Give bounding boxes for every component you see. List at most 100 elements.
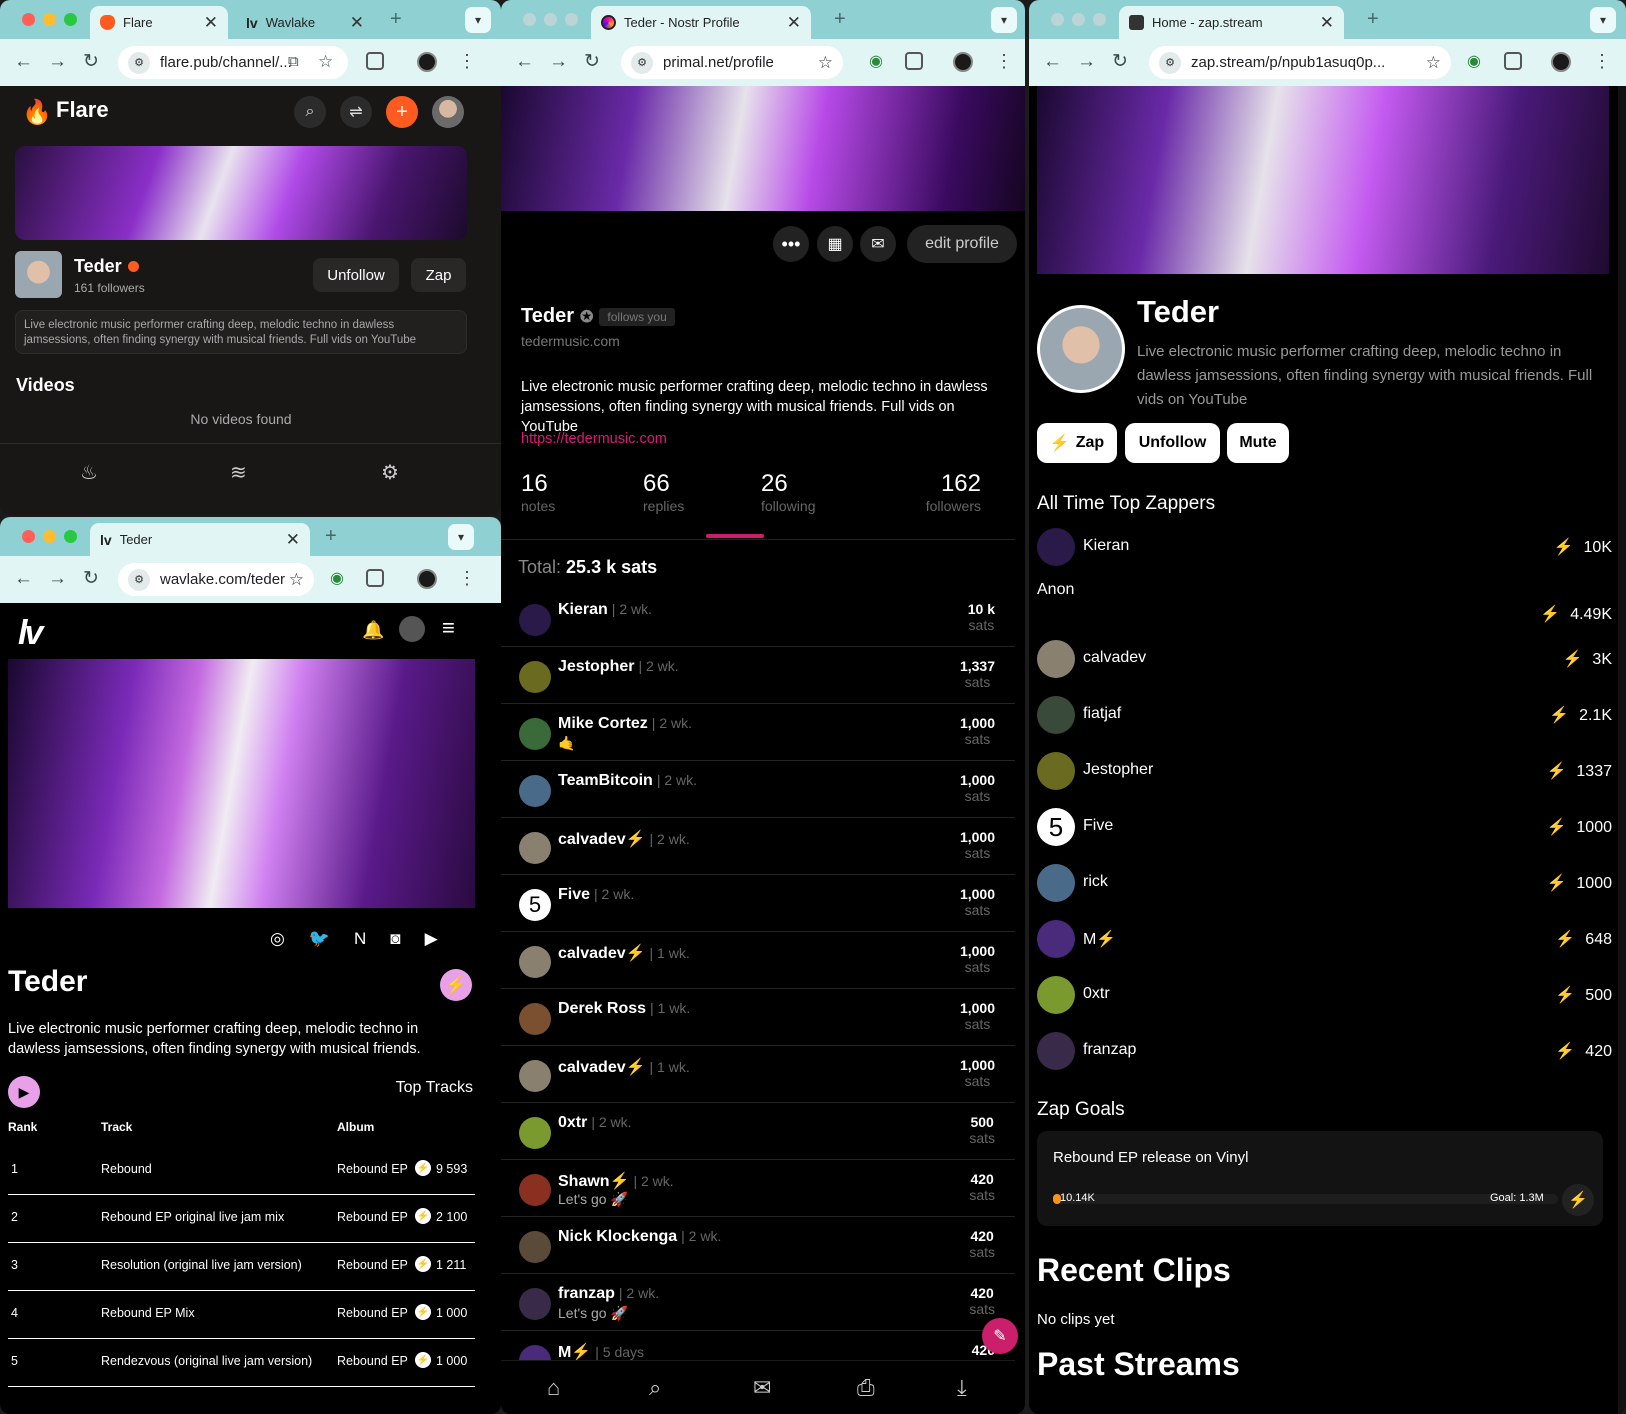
window-controls[interactable] [523, 13, 578, 26]
reload-icon[interactable]: ↻ [83, 569, 99, 589]
extensions-icon[interactable] [366, 52, 384, 70]
table-row[interactable]: 4 Rebound EP Mix Rebound EP ⚡ 1 000 [8, 1291, 475, 1339]
zap-list-item[interactable]: Kieran | 2 wk. 10 k sats [501, 592, 1015, 647]
youtube-icon[interactable]: ▶ [425, 929, 438, 949]
maximize-window-button[interactable] [64, 530, 77, 543]
close-window-button[interactable] [1051, 13, 1064, 26]
close-tab-icon[interactable]: ✕ [286, 530, 300, 550]
user-account-icon[interactable] [399, 616, 425, 642]
zapper-row[interactable]: Anon ⚡ 4.49K [1037, 576, 1612, 630]
zapper-row[interactable]: fiatjaf ⚡ 2.1K [1037, 688, 1612, 742]
close-window-button[interactable] [523, 13, 536, 26]
filter-icon[interactable]: ⇌ [340, 96, 372, 128]
menu-kebab-icon[interactable]: ⋮ [458, 568, 476, 589]
more-options-button[interactable]: ••• [773, 226, 809, 262]
zapper-row[interactable]: rick ⚡ 1000 [1037, 856, 1612, 910]
tab-search-button[interactable]: ▾ [448, 524, 474, 550]
search-icon[interactable]: ⌕ [649, 1375, 661, 1401]
add-button[interactable]: + [386, 96, 418, 128]
zapper-name[interactable]: franzap [558, 1285, 615, 1302]
window-controls[interactable] [22, 530, 77, 543]
tab-zapstream-home[interactable]: Home - zap.stream ✕ [1119, 6, 1344, 39]
zap-list-item[interactable]: Jestopher | 2 wk. 1,337 sats [501, 649, 1015, 704]
bookmark-star-icon[interactable]: ☆ [289, 570, 304, 590]
profile-avatar-icon[interactable] [953, 52, 973, 72]
flare-brand[interactable]: Flare [56, 97, 109, 123]
reload-icon[interactable]: ↻ [584, 52, 600, 72]
new-tab-button[interactable]: + [834, 8, 846, 31]
table-row[interactable]: 1 Rebound Rebound EP ⚡ 9 593 [8, 1147, 475, 1195]
messages-icon[interactable]: ✉ [753, 1375, 771, 1401]
track-title[interactable]: Resolution (original live jam version) [101, 1258, 302, 1272]
bookmark-star-icon[interactable]: ☆ [318, 52, 333, 72]
stat-notes[interactable]: 16 notes [521, 470, 621, 514]
downloads-icon[interactable]: ⤓ [957, 1375, 967, 1401]
zapper-row[interactable]: 0xtr ⚡ 500 [1037, 968, 1612, 1022]
track-title[interactable]: Rendezvous (original live jam version) [101, 1354, 312, 1368]
nostr-icon[interactable]: N [354, 929, 366, 949]
wavlake-logo-icon[interactable]: lv [18, 614, 43, 653]
stat-following[interactable]: 26 following [761, 470, 861, 514]
zapper-name[interactable]: Mike Cortez [558, 715, 648, 732]
alby-extension-icon[interactable]: ◉ [330, 569, 344, 589]
zapper-name[interactable]: Shawn⚡ [558, 1173, 629, 1190]
zapper-name[interactable]: calvadev⚡ [558, 945, 646, 962]
install-app-icon[interactable]: ⧉ [288, 52, 299, 72]
zapper-name[interactable]: TeamBitcoin [558, 772, 653, 789]
track-title[interactable]: Rebound [101, 1162, 152, 1176]
zap-list-item[interactable]: TeamBitcoin | 2 wk. 1,000 sats [501, 763, 1015, 818]
track-album[interactable]: Rebound EP [337, 1354, 408, 1368]
zap-list-item[interactable]: 0xtr | 2 wk. 500 sats [501, 1105, 1015, 1160]
zapper-name[interactable]: M⚡ [558, 1344, 591, 1361]
window-controls[interactable] [1051, 13, 1106, 26]
zapper-row[interactable]: M⚡ ⚡ 648 [1037, 912, 1612, 966]
close-window-button[interactable] [22, 13, 35, 26]
hamburger-menu-icon[interactable]: ≡ [442, 615, 455, 641]
back-icon[interactable]: ← [14, 52, 33, 72]
stat-replies[interactable]: 66 replies [643, 470, 743, 514]
extensions-icon[interactable] [1504, 52, 1522, 70]
qr-code-button[interactable]: ▦ [817, 226, 853, 262]
tab-search-button[interactable]: ▾ [991, 7, 1017, 33]
zap-list-item[interactable]: calvadev⚡ | 1 wk. 1,000 sats [501, 1048, 1015, 1103]
mute-button[interactable]: Mute [1227, 423, 1289, 463]
profile-avatar-icon[interactable] [417, 569, 437, 589]
new-tab-button[interactable]: + [1367, 8, 1379, 31]
tab-search-button[interactable]: ▾ [1590, 7, 1616, 33]
goal-zap-button[interactable]: ⚡ [1562, 1184, 1594, 1216]
unfollow-button[interactable]: Unfollow [1125, 423, 1220, 463]
alby-extension-icon[interactable]: ◉ [1467, 52, 1481, 72]
reload-icon[interactable]: ↻ [83, 52, 99, 72]
zapper-name[interactable]: calvadev⚡ [558, 831, 646, 848]
zap-list-item[interactable]: 5 Five | 2 wk. 1,000 sats [501, 877, 1015, 932]
zapper-name[interactable]: 0xtr [558, 1114, 587, 1131]
scrollbar[interactable] [1618, 86, 1626, 1414]
bookmarks-icon[interactable]: ⎙ [857, 1375, 875, 1401]
minimize-window-button[interactable] [43, 13, 56, 26]
message-envelope-button[interactable]: ✉ [860, 226, 896, 262]
back-icon[interactable]: ← [1043, 52, 1062, 72]
search-icon[interactable]: ⌕ [294, 96, 326, 128]
zapper-row[interactable]: calvadev ⚡ 3K [1037, 632, 1612, 686]
track-title[interactable]: Rebound EP Mix [101, 1306, 195, 1320]
maximize-window-button[interactable] [64, 13, 77, 26]
play-button[interactable]: ▶ [8, 1076, 40, 1108]
forward-icon[interactable]: → [1077, 52, 1096, 72]
bookmark-star-icon[interactable]: ☆ [1426, 53, 1441, 73]
track-title[interactable]: Rebound EP original live jam mix [101, 1210, 284, 1224]
zapper-name[interactable]: Jestopher [558, 658, 634, 675]
tab-flare[interactable]: Flare ✕ [90, 6, 228, 39]
notifications-bell-icon[interactable]: 🔔 [362, 620, 384, 641]
table-row[interactable]: 5 Rendezvous (original live jam version) R… [8, 1339, 475, 1387]
zapper-row[interactable]: Kieran ⚡ 10K [1037, 520, 1612, 574]
table-row[interactable]: 3 Resolution (original live jam version) R… [8, 1243, 475, 1291]
close-tab-icon[interactable]: ✕ [1320, 13, 1334, 33]
site-info-icon[interactable]: ⚙ [128, 51, 150, 74]
close-window-button[interactable] [22, 530, 35, 543]
zap-button[interactable]: Zap [411, 258, 466, 292]
forward-icon[interactable]: → [48, 569, 67, 589]
profile-avatar-icon[interactable] [417, 52, 437, 72]
zap-bolt-button[interactable]: ⚡ [440, 969, 472, 1001]
zapper-name[interactable]: Nick Klockenga [558, 1228, 677, 1245]
track-album[interactable]: Rebound EP [337, 1306, 408, 1320]
